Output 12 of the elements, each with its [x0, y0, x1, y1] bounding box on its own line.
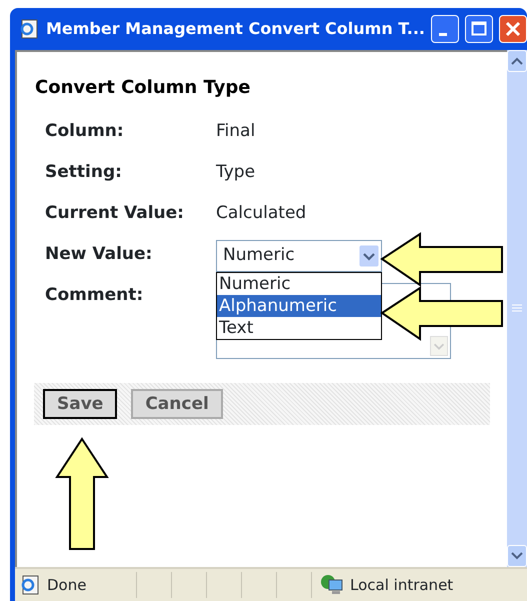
status-text: Done [47, 574, 86, 596]
field-label: Setting: [45, 161, 123, 184]
zone-text: Local intranet [350, 574, 454, 596]
field-label: New Value: [45, 243, 154, 266]
field-label: Current Value: [45, 202, 185, 225]
window-title: Member Management Convert Column T... [46, 18, 425, 40]
field-value: Calculated [216, 202, 306, 225]
field-label: Column: [45, 120, 125, 143]
field-label: Comment: [45, 284, 144, 307]
field-value: Final [216, 120, 256, 143]
field-value: Type [216, 161, 256, 184]
page-heading: Convert Column Type [35, 76, 252, 100]
